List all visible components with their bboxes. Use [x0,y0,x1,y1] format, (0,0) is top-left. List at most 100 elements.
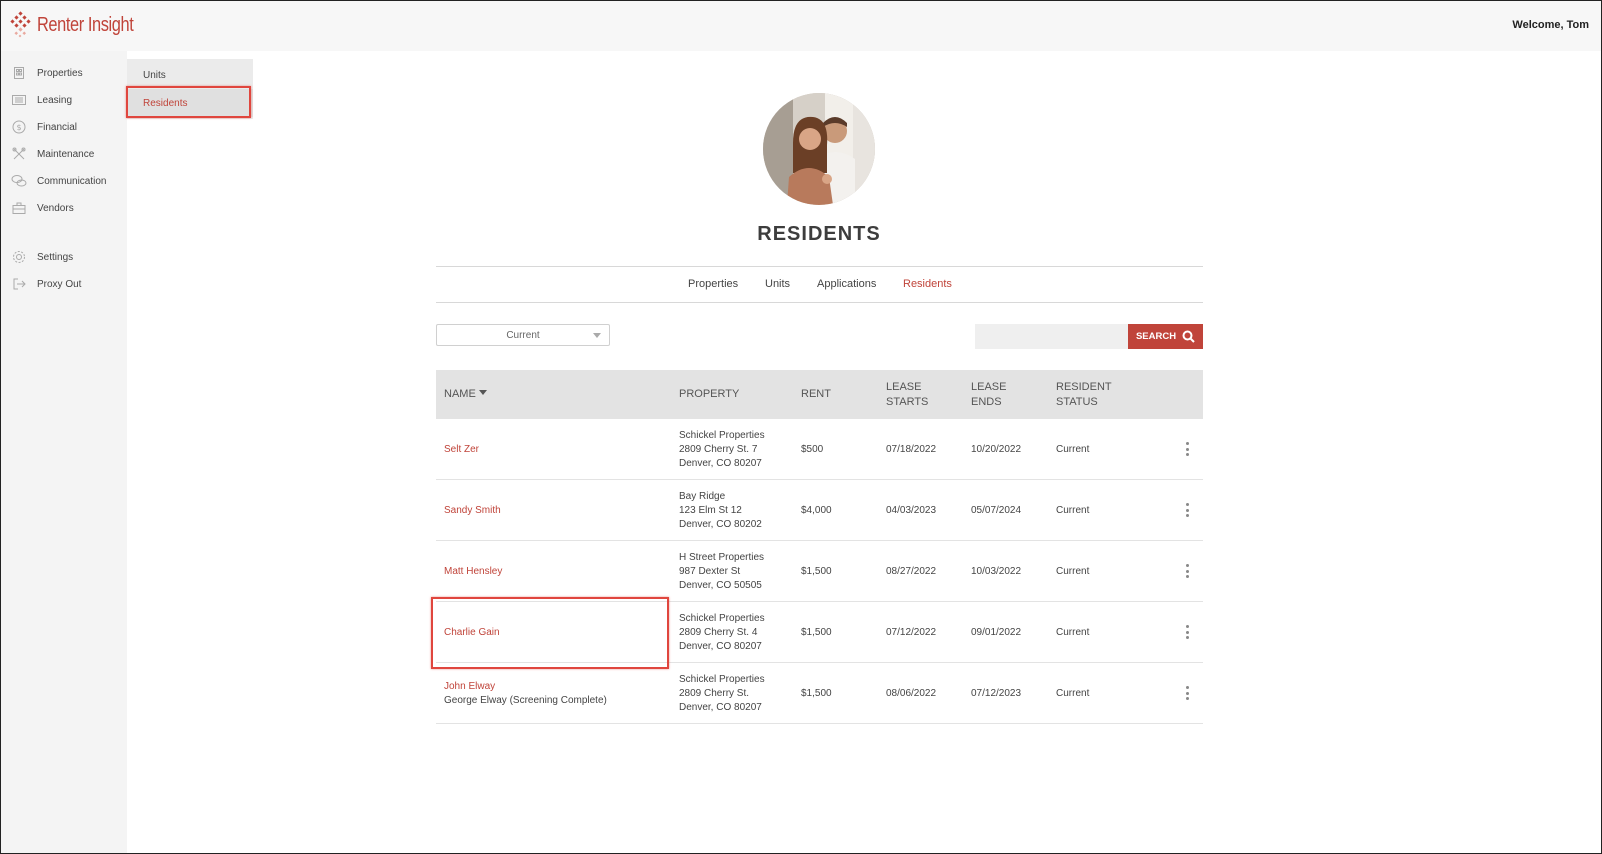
page-title: RESIDENTS [757,223,881,245]
column-header-name[interactable]: NAME [444,387,487,402]
lease-start-date: 04/03/2023 [886,505,937,516]
row-actions-kebab-icon[interactable] [1185,625,1189,639]
logout-icon [11,276,27,292]
row-actions-kebab-icon[interactable] [1185,503,1189,517]
column-header-rent: RENT [801,388,831,400]
property-address: Schickel Properties 2809 Cherry St. 4 De… [679,612,765,654]
resident-status: Current [1056,627,1090,638]
sidebar-item-label: Communication [37,175,107,187]
lease-end-date: 09/01/2022 [971,627,1022,638]
resident-status: Current [1056,444,1090,455]
sidebar-item-settings[interactable]: Settings [11,247,73,267]
lease-start-date: 08/27/2022 [886,566,937,577]
property-name: H Street Properties [679,552,765,563]
property-city: Denver, CO 80207 [679,702,762,713]
lease-end-date: 07/12/2023 [971,688,1022,699]
property-city: Denver, CO 50505 [679,580,762,591]
briefcase-icon [11,200,27,216]
column-header-lease-starts: LEASE STARTS [886,380,928,410]
tools-icon [11,146,27,162]
resident-name-link[interactable]: Matt Hensley [444,565,502,579]
property-street: 123 Elm St 12 [679,505,742,516]
column-header-label: NAME [444,388,476,400]
property-address: Schickel Properties 2809 Cherry St. 7 De… [679,429,765,471]
subnav-item-residents[interactable]: Residents [127,89,253,117]
sidebar-item-properties[interactable]: Properties [11,63,83,83]
subnav-item-units[interactable]: Units [127,61,253,89]
resident-name-link[interactable]: Charlie Gain [444,626,500,640]
resident-name-link[interactable]: John Elway [444,680,495,694]
sidebar-item-communication[interactable]: Communication [11,171,106,191]
search-button[interactable]: SEARCH [1128,324,1203,349]
rent-value: $500 [801,444,824,455]
tab-units[interactable]: Units [765,278,790,290]
sidebar-item-leasing[interactable]: Leasing [11,90,72,110]
chevron-down-icon [593,333,601,338]
property-name: Schickel Properties [679,430,765,441]
brand-logo[interactable]: Renter Insight [9,11,155,39]
column-header-resident-status: RESIDENT STATUS [1056,380,1112,410]
sub-navigation: Units Residents [127,59,253,119]
lease-end-date: 10/03/2022 [971,566,1022,577]
table-header: NAME PROPERTY RENT LEASE STARTS LEASE EN… [436,370,1203,419]
table-row: Matt Hensley H Street Properties 987 Dex… [436,541,1203,602]
column-header-label: LEASE [971,381,1007,393]
rent-value: $1,500 [801,627,832,638]
property-name: Schickel Properties [679,674,765,685]
table-row: Sandy Smith Bay Ridge 123 Elm St 12 Denv… [436,480,1203,541]
sidebar-item-proxy-out[interactable]: Proxy Out [11,274,81,294]
rent-value: $1,500 [801,566,832,577]
property-city: Denver, CO 80207 [679,641,762,652]
row-actions-kebab-icon[interactable] [1185,442,1189,456]
search-input[interactable] [975,324,1128,349]
sidebar-item-label: Leasing [37,94,73,106]
sidebar-item-label: Vendors [37,202,74,214]
sidebar-item-maintenance[interactable]: Maintenance [11,144,94,164]
table-row: Selt Zer Schickel Properties 2809 Cherry… [436,419,1203,480]
sidebar-item-label: Financial [37,121,78,133]
resident-name-link[interactable]: Selt Zer [444,443,479,457]
sidebar-item-vendors[interactable]: Vendors [11,198,74,218]
lease-end-date: 10/20/2022 [971,444,1022,455]
column-header-lease-ends: LEASE ENDS [971,380,1006,410]
table-row: Charlie Gain Schickel Properties 2809 Ch… [436,602,1203,663]
property-address: Schickel Properties 2809 Cherry St. Denv… [679,673,765,715]
property-street: 2809 Cherry St. [679,688,750,699]
resident-status: Current [1056,505,1090,516]
property-street: 987 Dexter St [679,566,741,577]
brand-name: Renter Insight [37,13,134,36]
property-city: Denver, CO 80207 [679,458,762,469]
tab-residents[interactable]: Residents [903,278,952,290]
logo-diamond-icon [10,11,31,38]
property-name: Bay Ridge [679,491,726,502]
building-icon [11,65,27,81]
property-address: Bay Ridge 123 Elm St 12 Denver, CO 80202 [679,490,762,532]
sidebar-item-financial[interactable]: $ Financial [11,117,77,137]
lease-start-date: 07/18/2022 [886,444,937,455]
sidebar-item-label: Proxy Out [37,278,82,290]
column-header-label: LEASE [886,381,922,393]
resident-status: Current [1056,566,1090,577]
resident-name-link[interactable]: Sandy Smith [444,504,501,518]
gear-icon [11,249,27,265]
residents-table: NAME PROPERTY RENT LEASE STARTS LEASE EN… [436,370,1203,724]
sidebar-item-label: Settings [37,251,74,263]
left-sidebar: Properties Leasing $ Financial Maintenan… [1,51,127,853]
resident-status-select[interactable]: Current [436,324,610,346]
table-row: John Elway George Elway (Screening Compl… [436,663,1203,724]
dollar-icon: $ [11,119,27,135]
search-icon [1182,330,1195,343]
tab-applications[interactable]: Applications [817,278,876,290]
lease-start-date: 08/06/2022 [886,688,937,699]
column-header-property: PROPERTY [679,388,740,400]
property-street: 2809 Cherry St. 7 [679,444,758,455]
welcome-user[interactable]: Welcome, Tom [1512,19,1589,31]
property-address: H Street Properties 987 Dexter St Denver… [679,551,764,593]
column-header-label: STARTS [886,396,929,408]
row-actions-kebab-icon[interactable] [1185,564,1189,578]
row-actions-kebab-icon[interactable] [1185,686,1189,700]
lease-start-date: 07/12/2022 [886,627,937,638]
column-header-label: STATUS [1056,396,1098,408]
tab-properties[interactable]: Properties [688,278,738,290]
sort-desc-icon [478,390,487,395]
